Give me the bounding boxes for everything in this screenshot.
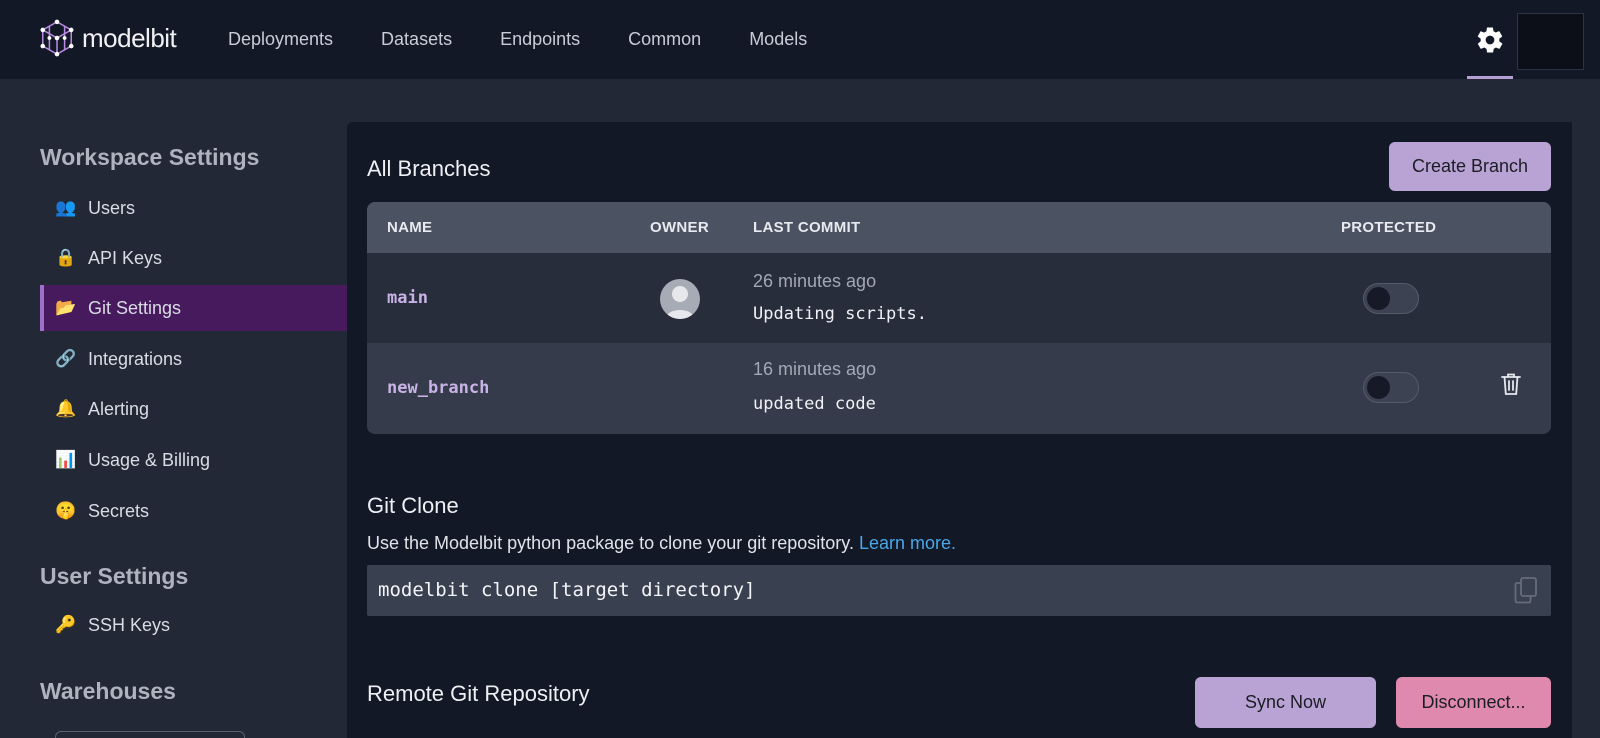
toggle-knob bbox=[1367, 376, 1390, 399]
sidebar-item-label: API Keys bbox=[88, 247, 163, 268]
sidebar-item-alerting[interactable]: 🔔 Alerting bbox=[40, 386, 347, 432]
column-protected: PROTECTED bbox=[1341, 219, 1437, 236]
sidebar-item-label: Git Settings bbox=[88, 297, 182, 318]
nav-common[interactable]: Common bbox=[628, 29, 701, 50]
table-header: NAME OWNER LAST COMMIT PROTECTED bbox=[367, 202, 1551, 253]
table-row: new_branch 16 minutes ago updated code bbox=[367, 343, 1551, 433]
user-settings-heading: User Settings bbox=[40, 563, 189, 589]
bell-icon: 🔔 bbox=[55, 399, 77, 418]
column-name: NAME bbox=[387, 219, 433, 236]
protected-toggle[interactable] bbox=[1363, 372, 1419, 403]
sidebar-item-label: Usage & Billing bbox=[88, 449, 211, 470]
sidebar-item-label: Alerting bbox=[88, 398, 150, 419]
clone-command: modelbit clone [target directory] bbox=[378, 579, 756, 601]
nav-endpoints[interactable]: Endpoints bbox=[500, 29, 580, 50]
workspace-settings-heading: Workspace Settings bbox=[40, 144, 260, 170]
user-avatar[interactable] bbox=[1517, 13, 1584, 70]
sidebar-item-git-settings[interactable]: 📂 Git Settings bbox=[40, 285, 347, 331]
learn-more-link[interactable]: Learn more. bbox=[859, 533, 956, 553]
sync-now-button[interactable]: Sync Now bbox=[1195, 677, 1376, 728]
sidebar-item-usage-billing[interactable]: 📊 Usage & Billing bbox=[40, 437, 347, 483]
sidebar-item-label: SSH Keys bbox=[88, 614, 171, 635]
users-icon: 👥 bbox=[55, 198, 77, 217]
toggle-knob bbox=[1367, 287, 1390, 310]
folder-icon: 📂 bbox=[55, 298, 77, 317]
lock-icon: 🔒 bbox=[55, 248, 77, 267]
gear-icon bbox=[1477, 26, 1503, 53]
branch-name[interactable]: new_branch bbox=[387, 378, 489, 398]
commit-time: 26 minutes ago bbox=[753, 271, 877, 291]
table-row: main 26 minutes ago Updating scripts. bbox=[367, 253, 1551, 343]
column-last-commit: LAST COMMIT bbox=[753, 219, 861, 236]
create-branch-button[interactable]: Create Branch bbox=[1389, 142, 1551, 191]
git-clone-title: Git Clone bbox=[367, 493, 459, 518]
sidebar-item-api-keys[interactable]: 🔒 API Keys bbox=[40, 235, 347, 281]
sidebar-item-secrets[interactable]: 🤫 Secrets bbox=[40, 488, 347, 534]
warehouses-heading: Warehouses bbox=[40, 678, 176, 704]
person-icon bbox=[666, 286, 694, 319]
branches-table: NAME OWNER LAST COMMIT PROTECTED main 26… bbox=[367, 202, 1551, 434]
owner-avatar bbox=[660, 279, 700, 319]
protected-toggle[interactable] bbox=[1363, 283, 1419, 314]
sidebar-item-integrations[interactable]: 🔗 Integrations bbox=[40, 336, 347, 382]
top-navigation-bar: modelbit Deployments Datasets Endpoints … bbox=[0, 0, 1600, 79]
sidebar-item-label: Secrets bbox=[88, 500, 150, 521]
sidebar-item-label: Users bbox=[88, 197, 136, 218]
sidebar-item-users[interactable]: 👥 Users bbox=[40, 185, 347, 231]
link-icon: 🔗 bbox=[55, 349, 77, 368]
remote-git-repository-title: Remote Git Repository bbox=[367, 681, 590, 706]
git-clone-description: Use the Modelbit python package to clone… bbox=[367, 533, 956, 554]
commit-message: Updating scripts. bbox=[753, 304, 927, 324]
nav-datasets[interactable]: Datasets bbox=[381, 29, 452, 50]
commit-message: updated code bbox=[753, 394, 876, 414]
trash-icon[interactable] bbox=[1500, 372, 1522, 396]
sidebar-item-label: Integrations bbox=[88, 348, 183, 369]
nav-models[interactable]: Models bbox=[749, 29, 807, 50]
sidebar-item-ssh-keys[interactable]: 🔑 SSH Keys bbox=[40, 602, 347, 648]
settings-button[interactable] bbox=[1467, 0, 1513, 79]
commit-time: 16 minutes ago bbox=[753, 359, 877, 379]
modelbit-logo[interactable]: modelbit bbox=[38, 18, 177, 58]
all-branches-title: All Branches bbox=[367, 156, 491, 181]
column-owner: OWNER bbox=[650, 219, 709, 236]
disconnect-button[interactable]: Disconnect... bbox=[1396, 677, 1551, 728]
active-tab-indicator bbox=[1467, 76, 1513, 79]
copy-icon[interactable] bbox=[1513, 576, 1539, 604]
shushing-face-icon: 🤫 bbox=[55, 501, 77, 520]
clone-command-box: modelbit clone [target directory] bbox=[367, 565, 1551, 616]
nav-deployments[interactable]: Deployments bbox=[228, 29, 333, 50]
key-icon: 🔑 bbox=[55, 615, 77, 634]
warehouse-button[interactable] bbox=[55, 731, 245, 738]
bar-chart-icon: 📊 bbox=[55, 450, 77, 469]
description-text: Use the Modelbit python package to clone… bbox=[367, 533, 854, 553]
brand-name: modelbit bbox=[82, 22, 177, 53]
branch-name[interactable]: main bbox=[387, 288, 428, 308]
modelbit-logo-icon bbox=[40, 19, 74, 57]
main-nav: Deployments Datasets Endpoints Common Mo… bbox=[228, 0, 855, 79]
